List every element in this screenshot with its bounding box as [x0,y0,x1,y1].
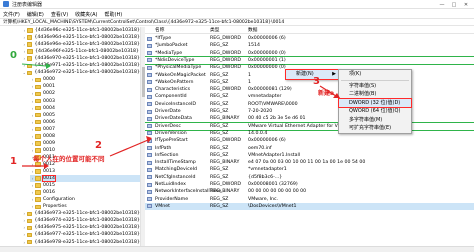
new-note: 新建a [318,90,335,97]
arrow-0-line [21,63,47,67]
arrow-1-head [44,163,49,169]
step-1-label: 1 [10,156,17,167]
step-3-label: 3 [313,76,320,87]
arrow-2-line [109,139,149,157]
arrow-0-head [46,63,51,69]
step-2-label: 2 [95,140,102,151]
annotation-overlay [21,63,340,169]
arrow-2-head [146,136,152,143]
position-note: 每个人在的位置可能不同 [33,155,105,163]
status-bar [0,246,474,252]
step-0-label: 0 [10,50,17,61]
